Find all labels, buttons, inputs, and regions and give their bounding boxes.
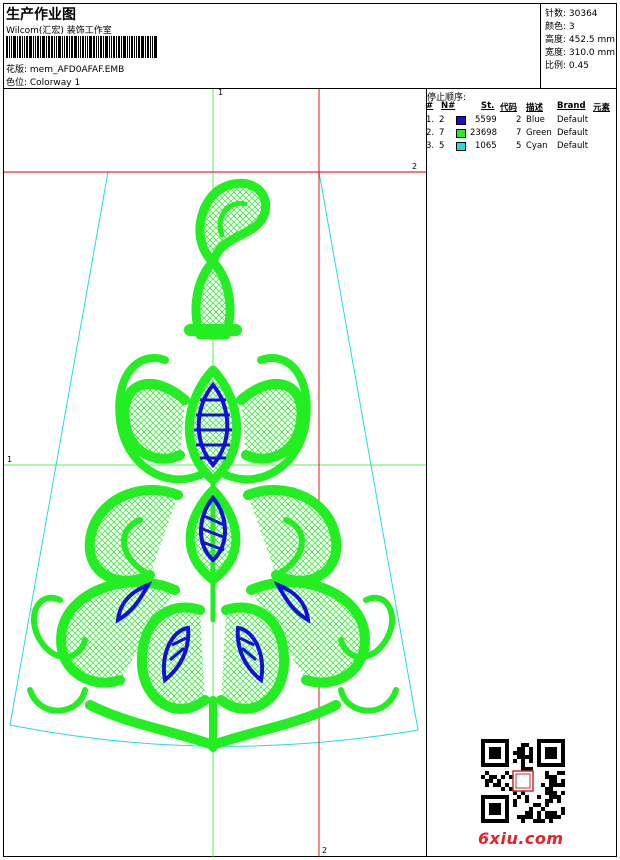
- guide-label-top: 1: [218, 88, 224, 97]
- guide-label-bottom: 2: [322, 846, 328, 855]
- guide-label-left: 1: [7, 455, 13, 464]
- embroidery-design-canvas: [4, 89, 565, 857]
- guide-label-right: 2: [412, 162, 418, 171]
- qr-code: [481, 739, 565, 823]
- watermark-logo: 6xiu.com: [478, 829, 564, 848]
